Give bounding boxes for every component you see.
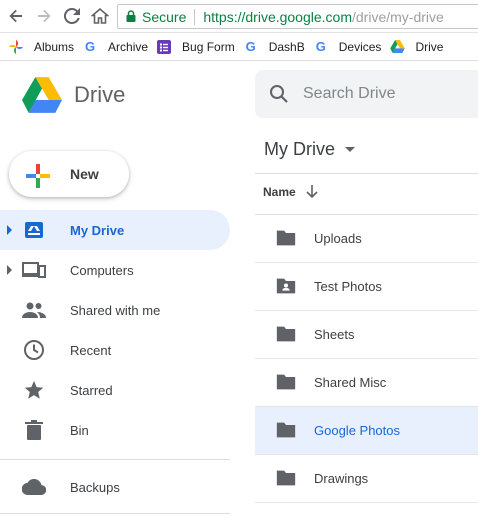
bookmark-albums[interactable]: Albums: [8, 39, 74, 55]
address-separator: [194, 8, 196, 25]
expand-caret-icon[interactable]: [7, 265, 12, 275]
file-name: Uploads: [314, 231, 362, 246]
new-button[interactable]: New: [9, 151, 129, 197]
folder-icon: [275, 228, 297, 251]
sidebar-item-computers[interactable]: Computers: [0, 250, 230, 290]
lock-icon: [126, 9, 136, 25]
expand-caret-icon[interactable]: [7, 225, 12, 235]
folder-icon: [275, 468, 297, 491]
list-item[interactable]: Sheets: [255, 311, 478, 359]
sidebar-item-label: My Drive: [70, 222, 125, 238]
sidebar-item-label: Shared with me: [70, 302, 161, 318]
bookmark-label: Devices: [338, 39, 382, 54]
plus-icon: [24, 162, 50, 188]
bookmarks-bar: Albums G Archive Bug Form G DashB G Devi…: [0, 33, 478, 61]
address-bar[interactable]: Secure https://drive.google.com/drive/my…: [117, 4, 478, 29]
browser-toolbar: Secure https://drive.google.com/drive/my…: [0, 0, 478, 33]
sidebar-item-backups[interactable]: Backups: [0, 467, 230, 507]
shared-folder-icon: [275, 276, 297, 299]
reload-button[interactable]: [60, 4, 84, 28]
google-g-icon: G: [84, 39, 96, 54]
header-divider: [255, 173, 478, 174]
bookmark-archive[interactable]: G Archive: [82, 39, 148, 55]
sidebar-item-label: Backups: [70, 479, 120, 495]
bookmark-label: DashB: [268, 39, 305, 54]
cloud-icon: [22, 475, 46, 499]
back-button[interactable]: [4, 4, 28, 28]
sidebar-divider: [0, 513, 230, 514]
list-item[interactable]: Test Photos: [255, 263, 478, 311]
search-icon[interactable]: [269, 84, 289, 104]
bookmark-label: Archive: [108, 39, 149, 54]
list-item[interactable]: Shared Misc: [255, 359, 478, 407]
list-item[interactable]: Uploads: [255, 215, 478, 263]
list-item[interactable]: Drawings: [255, 455, 478, 503]
home-button[interactable]: [88, 4, 112, 28]
reload-icon: [64, 8, 80, 24]
bookmark-label: Bug Form: [182, 39, 235, 54]
file-name: Google Photos: [314, 423, 401, 438]
drive-logo-icon: [22, 77, 63, 113]
page-title: My Drive: [264, 139, 335, 159]
search-input[interactable]: Search Drive: [303, 85, 395, 103]
home-icon: [91, 7, 109, 24]
file-name: Drawings: [314, 471, 369, 486]
sidebar-item-label: Starred: [70, 382, 113, 398]
back-arrow-icon: [9, 9, 22, 23]
file-name: Test Photos: [314, 279, 382, 294]
sidebar-item-shared-with-me[interactable]: Shared with me: [0, 290, 230, 330]
my-drive-icon: [22, 218, 46, 242]
chevron-down-icon: [345, 147, 355, 152]
secure-label: Secure: [142, 8, 187, 25]
list-item-selected[interactable]: Google Photos: [255, 407, 478, 455]
url-path: /drive/my-drive: [352, 8, 444, 25]
star-icon: [22, 378, 46, 402]
people-icon: [22, 298, 46, 322]
file-name: Sheets: [314, 327, 355, 342]
sidebar-divider: [0, 459, 230, 460]
bookmark-label: Drive: [415, 39, 444, 54]
trash-icon: [22, 418, 46, 442]
sidebar-item-label: Bin: [70, 422, 89, 438]
sidebar-item-my-drive[interactable]: My Drive: [0, 210, 230, 250]
brand-title: Drive: [74, 82, 126, 107]
pinwheel-icon: [8, 39, 24, 55]
drive-logo[interactable]: [22, 77, 63, 118]
sort-by-name-header[interactable]: Name: [263, 185, 318, 199]
bookmark-drive[interactable]: Drive: [389, 39, 443, 55]
computers-icon: [22, 258, 46, 282]
sidebar-item-bin[interactable]: Bin: [0, 410, 230, 450]
search-box[interactable]: Search Drive: [255, 70, 478, 118]
folder-icon: [275, 324, 297, 347]
forward-arrow-icon: [38, 9, 51, 23]
bookmark-bug-form[interactable]: Bug Form: [156, 39, 235, 55]
arrow-down-icon[interactable]: [306, 185, 318, 199]
location-dropdown[interactable]: My Drive: [264, 139, 355, 160]
clock-icon: [22, 338, 46, 362]
bookmark-devices[interactable]: G Devices: [313, 39, 382, 55]
sidebar-item-recent[interactable]: Recent: [0, 330, 230, 370]
column-header-name: Name: [263, 185, 296, 199]
bookmark-dashb[interactable]: G DashB: [243, 39, 305, 55]
bookmark-label: Albums: [34, 39, 75, 54]
file-name: Shared Misc: [314, 375, 387, 390]
sidebar-item-starred[interactable]: Starred: [0, 370, 230, 410]
google-g-icon: G: [245, 39, 256, 54]
drive-icon: [389, 39, 405, 55]
sidebar-item-label: Recent: [70, 342, 112, 358]
new-button-label: New: [70, 166, 99, 182]
forward-button[interactable]: [32, 4, 56, 28]
google-g-icon: G: [315, 39, 326, 54]
sidebar-item-label: Computers: [70, 262, 134, 278]
folder-icon: [275, 420, 297, 443]
forms-icon: [156, 39, 172, 55]
url-host: https://drive.google.com: [203, 8, 352, 25]
folder-icon: [275, 372, 297, 395]
